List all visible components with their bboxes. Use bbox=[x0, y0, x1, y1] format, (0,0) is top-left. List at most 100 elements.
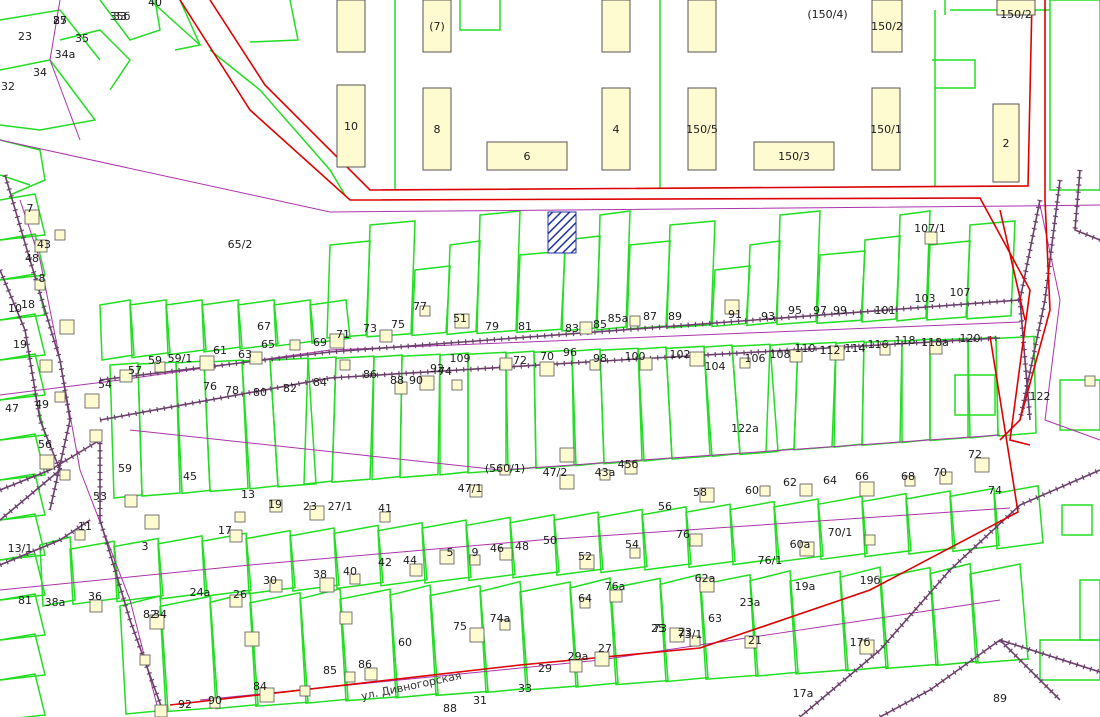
house[interactable] bbox=[559, 447, 575, 463]
house[interactable] bbox=[689, 351, 705, 367]
house[interactable] bbox=[289, 339, 301, 351]
house[interactable] bbox=[144, 514, 160, 530]
house[interactable] bbox=[244, 631, 260, 647]
parcel bbox=[926, 240, 971, 321]
house[interactable] bbox=[451, 379, 463, 391]
building-label: (150/4) bbox=[807, 8, 847, 21]
building[interactable] bbox=[601, 0, 631, 53]
house[interactable] bbox=[154, 704, 168, 717]
building[interactable] bbox=[336, 0, 366, 53]
house-number: 118а bbox=[921, 336, 949, 349]
house-number: 116 bbox=[868, 338, 889, 351]
house-number: 45б bbox=[618, 458, 639, 471]
building-label: 8 bbox=[434, 123, 441, 136]
house-number: 25 bbox=[651, 622, 665, 635]
house[interactable] bbox=[339, 359, 351, 371]
house-number: 53 bbox=[93, 490, 107, 503]
house-number: 59 bbox=[148, 354, 162, 367]
house-number: 48 bbox=[25, 252, 39, 265]
house[interactable] bbox=[864, 534, 876, 546]
house-number: 59/1 bbox=[168, 352, 193, 365]
house[interactable] bbox=[199, 355, 215, 371]
house-number: 103 bbox=[915, 292, 936, 305]
house[interactable] bbox=[59, 319, 75, 335]
house-number: 93 bbox=[761, 310, 775, 323]
building-label: 4 bbox=[613, 123, 620, 136]
house-number: 29 bbox=[538, 662, 552, 675]
fence-ticks bbox=[878, 637, 1100, 717]
house-number: 19б bbox=[860, 574, 881, 587]
house[interactable] bbox=[59, 469, 71, 481]
house[interactable] bbox=[344, 671, 356, 683]
parcel-line bbox=[0, 174, 31, 186]
house[interactable] bbox=[1084, 375, 1096, 387]
house[interactable] bbox=[539, 361, 555, 377]
house-number: 8 bbox=[39, 272, 46, 285]
house-number: 13/1 bbox=[8, 542, 33, 555]
house-number: 29а bbox=[568, 650, 589, 663]
house[interactable] bbox=[499, 357, 513, 371]
house[interactable] bbox=[379, 329, 393, 343]
parcel bbox=[553, 511, 604, 577]
house-number: 61 bbox=[213, 344, 227, 357]
building[interactable] bbox=[687, 0, 717, 53]
house-number: 107/1 bbox=[914, 222, 946, 235]
house[interactable] bbox=[39, 359, 53, 373]
building-label: (7) bbox=[429, 20, 445, 33]
house-number: 23 bbox=[303, 500, 317, 513]
house[interactable] bbox=[54, 391, 66, 403]
parcel bbox=[1039, 639, 1100, 681]
house[interactable] bbox=[84, 393, 100, 409]
house-number: 47/2 bbox=[543, 466, 568, 479]
house[interactable] bbox=[629, 315, 641, 327]
house[interactable] bbox=[689, 533, 703, 547]
house-number: 17а bbox=[793, 687, 814, 700]
house-number: 88 bbox=[443, 702, 457, 715]
house[interactable] bbox=[54, 229, 66, 241]
cadastral-map[interactable]: 10 864 150/5150/3150/12150/2(150/4)(7)150/… bbox=[0, 0, 1100, 717]
house-number: 59 bbox=[118, 462, 132, 475]
fence-ticks bbox=[1017, 179, 1063, 421]
house-number: 27/1 bbox=[328, 500, 353, 513]
house[interactable] bbox=[89, 429, 103, 443]
house-number: 57 bbox=[128, 364, 142, 377]
house-number: 98 bbox=[593, 352, 607, 365]
house[interactable] bbox=[859, 481, 875, 497]
house[interactable] bbox=[799, 483, 813, 497]
house[interactable] bbox=[39, 454, 55, 470]
house[interactable] bbox=[299, 685, 311, 697]
house-number: 56 bbox=[658, 500, 672, 513]
red-boundary bbox=[999, 0, 1051, 441]
hatched-object[interactable] bbox=[547, 211, 577, 254]
building-label: 150/2 bbox=[1000, 8, 1032, 21]
house[interactable] bbox=[469, 627, 485, 643]
house-number: 91 bbox=[728, 308, 742, 321]
parcel-line bbox=[249, 0, 299, 43]
parcel bbox=[476, 210, 521, 335]
house-number: 44 bbox=[403, 554, 417, 567]
house-number: 86 bbox=[363, 368, 377, 381]
house-number: 32 bbox=[1, 80, 15, 93]
house[interactable] bbox=[759, 485, 771, 497]
house-number: 114 bbox=[845, 342, 866, 355]
house[interactable] bbox=[234, 511, 246, 523]
house[interactable] bbox=[124, 494, 138, 508]
house-number: 68 bbox=[901, 470, 915, 483]
house-number: 11 bbox=[78, 520, 92, 533]
house[interactable] bbox=[339, 611, 353, 625]
house-number: 79 bbox=[485, 320, 499, 333]
parcel bbox=[273, 299, 315, 347]
parcel bbox=[1061, 504, 1093, 536]
house[interactable] bbox=[139, 654, 151, 666]
parcel bbox=[901, 338, 931, 444]
house-number: 31 bbox=[473, 694, 487, 707]
house-number: 73 bbox=[363, 322, 377, 335]
house-number: 33 bbox=[518, 682, 532, 695]
house-number: 66 bbox=[855, 470, 869, 483]
house[interactable] bbox=[579, 321, 593, 335]
house-number: 74 bbox=[438, 365, 452, 378]
house-number: 81 bbox=[18, 594, 32, 607]
parcel bbox=[0, 353, 46, 401]
house-number: 90 bbox=[208, 694, 222, 707]
house-number: 60 bbox=[398, 636, 412, 649]
